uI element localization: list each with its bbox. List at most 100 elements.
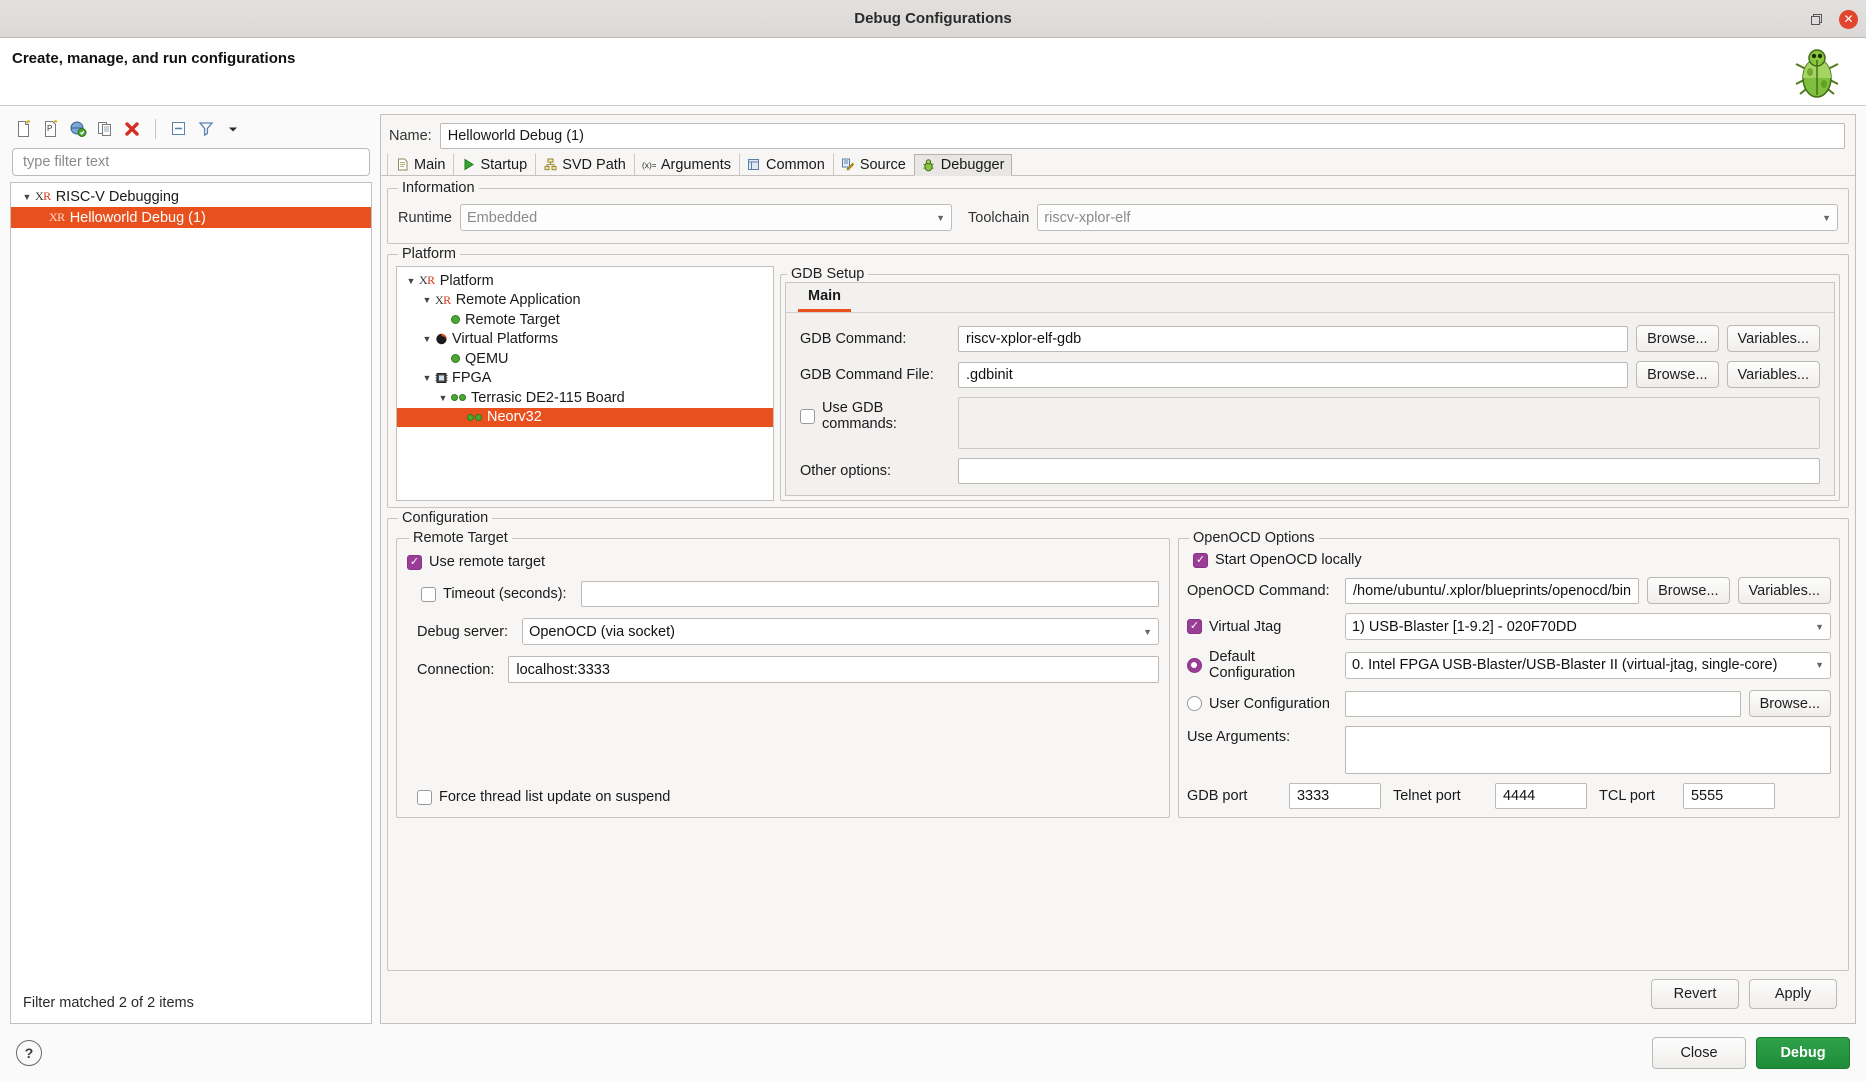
tab-debugger[interactable]: Debugger bbox=[913, 154, 1013, 176]
toolchain-label: Toolchain bbox=[968, 209, 1030, 226]
use-arguments-textarea[interactable] bbox=[1344, 726, 1831, 774]
filter-box[interactable] bbox=[12, 148, 370, 176]
tab-source[interactable]: Source bbox=[832, 153, 914, 175]
gdb-command-input[interactable]: riscv-xplor-elf-gdb bbox=[958, 325, 1629, 352]
play-icon bbox=[461, 158, 475, 172]
remote-target-legend: Remote Target bbox=[413, 530, 508, 546]
apply-button[interactable]: Apply bbox=[1749, 979, 1837, 1009]
openocd-command-input[interactable]: /home/ubuntu/.xplor/blueprints/openocd/b… bbox=[1344, 577, 1640, 604]
timeout-checkbox[interactable] bbox=[421, 586, 436, 602]
green-dot-icon bbox=[451, 354, 460, 364]
new-prototype-icon[interactable]: P bbox=[39, 117, 63, 141]
help-icon[interactable]: ? bbox=[16, 1040, 42, 1066]
start-openocd-row[interactable]: Start OpenOCD locally bbox=[1187, 552, 1831, 568]
use-gdb-commands-checkbox[interactable] bbox=[800, 408, 815, 424]
platform-item-remote-target[interactable]: Remote Target bbox=[397, 310, 773, 330]
tab-main[interactable]: Main bbox=[387, 153, 453, 175]
timeout-input[interactable] bbox=[580, 581, 1159, 607]
name-input[interactable]: Helloworld Debug (1) bbox=[439, 123, 1845, 149]
collapse-all-icon[interactable] bbox=[167, 117, 191, 141]
telnet-port-input[interactable]: 4444 bbox=[1494, 783, 1587, 809]
user-configuration-row: User Configuration Browse... bbox=[1186, 690, 1831, 717]
runtime-select[interactable]: Embedded ▼ bbox=[460, 204, 952, 231]
duplicate-icon[interactable] bbox=[93, 117, 117, 141]
platform-item-neorv32[interactable]: Neorv32 bbox=[397, 407, 773, 427]
debug-button[interactable]: Debug bbox=[1756, 1037, 1850, 1069]
force-thread-row[interactable]: Force thread list update on suspend bbox=[407, 789, 1159, 805]
virtual-jtag-checkbox[interactable] bbox=[1186, 619, 1202, 634]
new-configuration-icon[interactable] bbox=[12, 117, 36, 141]
timeout-row: Timeout (seconds): bbox=[407, 581, 1159, 607]
default-configuration-select[interactable]: 0. Intel FPGA USB-Blaster/USB-Blaster II… bbox=[1344, 651, 1831, 679]
connection-label: Connection: bbox=[417, 661, 495, 678]
user-configuration-input[interactable] bbox=[1344, 690, 1741, 717]
openocd-command-variables-button[interactable]: Variables... bbox=[1737, 577, 1831, 604]
chevron-down-icon[interactable]: ▼ bbox=[19, 192, 35, 202]
openocd-command-row: OpenOCD Command: /home/ubuntu/.xplor/blu… bbox=[1187, 577, 1831, 604]
tab-svd-path[interactable]: SVD Path bbox=[535, 153, 634, 175]
debug-server-select[interactable]: OpenOCD (via socket) ▼ bbox=[522, 618, 1159, 645]
use-gdb-commands-label-wrap: Use GDB commands: bbox=[800, 400, 950, 432]
platform-group: Platform ▼ XR Platform ▼ XR Remote Appli… bbox=[387, 246, 1849, 508]
virtual-jtag-select[interactable]: 1) USB-Blaster [1-9.2] - 020F70DD ▼ bbox=[1344, 613, 1831, 640]
revert-button[interactable]: Revert bbox=[1651, 979, 1739, 1009]
virtual-jtag-value: 1) USB-Blaster [1-9.2] - 020F70DD bbox=[1351, 618, 1577, 635]
platform-content: ▼ XR Platform ▼ XR Remote Application Re… bbox=[396, 266, 1840, 501]
openocd-command-browse-button[interactable]: Browse... bbox=[1647, 577, 1730, 604]
platform-item-terrasic-de2-115-board[interactable]: ▼ Terrasic DE2-115 Board bbox=[397, 388, 773, 408]
user-configuration-browse-button[interactable]: Browse... bbox=[1748, 690, 1831, 717]
tab-common[interactable]: Common bbox=[738, 153, 833, 175]
filter-icon[interactable] bbox=[194, 117, 218, 141]
source-icon bbox=[841, 158, 855, 172]
tab-arguments[interactable]: (x)= Arguments bbox=[633, 153, 739, 175]
restore-icon[interactable] bbox=[1807, 10, 1825, 28]
export-icon[interactable] bbox=[66, 117, 90, 141]
delete-icon[interactable] bbox=[120, 117, 144, 141]
default-configuration-label-wrap: Default Configuration bbox=[1186, 649, 1337, 681]
gdb-tab-main[interactable]: Main bbox=[798, 284, 852, 312]
double-green-dot-icon bbox=[467, 413, 474, 421]
chevron-down-icon[interactable]: ▼ bbox=[435, 393, 451, 403]
filter-status: Filter matched 2 of 2 items bbox=[23, 995, 194, 1011]
use-remote-target-checkbox[interactable] bbox=[407, 554, 422, 570]
other-options-input[interactable] bbox=[958, 458, 1820, 484]
tree-item-helloworld-debug[interactable]: XR Helloworld Debug (1) bbox=[11, 207, 371, 228]
platform-item-platform[interactable]: ▼ XR Platform bbox=[397, 271, 773, 291]
user-configuration-label-wrap: User Configuration bbox=[1186, 696, 1337, 712]
tab-label: SVD Path bbox=[562, 156, 626, 173]
gdb-command-file-input[interactable]: .gdbinit bbox=[958, 361, 1629, 388]
start-openocd-checkbox[interactable] bbox=[1192, 552, 1208, 568]
gdb-command-file-row: GDB Command File: .gdbinit Browse... Var… bbox=[800, 361, 1820, 388]
close-button[interactable]: Close bbox=[1652, 1037, 1746, 1069]
gdb-port-input[interactable]: 3333 bbox=[1288, 783, 1381, 809]
gdb-setup-body: GDB Command: riscv-xplor-elf-gdb Browse.… bbox=[786, 313, 1834, 494]
tree-item-risc-v-debugging[interactable]: ▼ XR RISC-V Debugging bbox=[11, 186, 371, 207]
platform-item-label: QEMU bbox=[465, 350, 509, 367]
use-gdb-commands-textarea[interactable] bbox=[958, 397, 1820, 449]
gdb-command-file-browse-button[interactable]: Browse... bbox=[1636, 361, 1719, 388]
view-menu-icon[interactable] bbox=[221, 117, 245, 141]
default-configuration-radio[interactable] bbox=[1186, 657, 1202, 673]
platform-item-fpga[interactable]: ▼ FPGA bbox=[397, 369, 773, 389]
gdb-command-browse-button[interactable]: Browse... bbox=[1636, 325, 1719, 352]
connection-input[interactable]: localhost:3333 bbox=[508, 656, 1159, 683]
gdb-command-file-variables-button[interactable]: Variables... bbox=[1726, 361, 1820, 388]
use-remote-target-row[interactable]: Use remote target bbox=[407, 554, 1159, 570]
chevron-down-icon[interactable]: ▼ bbox=[419, 334, 435, 344]
platform-item-qemu[interactable]: QEMU bbox=[397, 349, 773, 369]
openocd-legend: OpenOCD Options bbox=[1192, 530, 1315, 546]
chevron-down-icon[interactable]: ▼ bbox=[403, 276, 419, 286]
toolchain-select[interactable]: riscv-xplor-elf ▼ bbox=[1037, 204, 1838, 231]
user-configuration-radio[interactable] bbox=[1186, 696, 1202, 711]
remote-target-group: Remote Target Use remote target Timeo bbox=[396, 530, 1170, 818]
gdb-command-variables-button[interactable]: Variables... bbox=[1726, 325, 1820, 352]
chevron-down-icon[interactable]: ▼ bbox=[419, 295, 435, 305]
chevron-down-icon[interactable]: ▼ bbox=[419, 373, 435, 383]
tab-startup[interactable]: Startup bbox=[453, 153, 535, 175]
platform-item-virtual-platforms[interactable]: ▼ Virtual Platforms bbox=[397, 330, 773, 350]
search-input[interactable] bbox=[21, 153, 361, 171]
platform-item-remote-application[interactable]: ▼ XR Remote Application bbox=[397, 291, 773, 311]
force-thread-checkbox[interactable] bbox=[417, 789, 432, 805]
close-icon[interactable]: ✕ bbox=[1839, 9, 1858, 29]
tcl-port-input[interactable]: 5555 bbox=[1682, 783, 1775, 809]
